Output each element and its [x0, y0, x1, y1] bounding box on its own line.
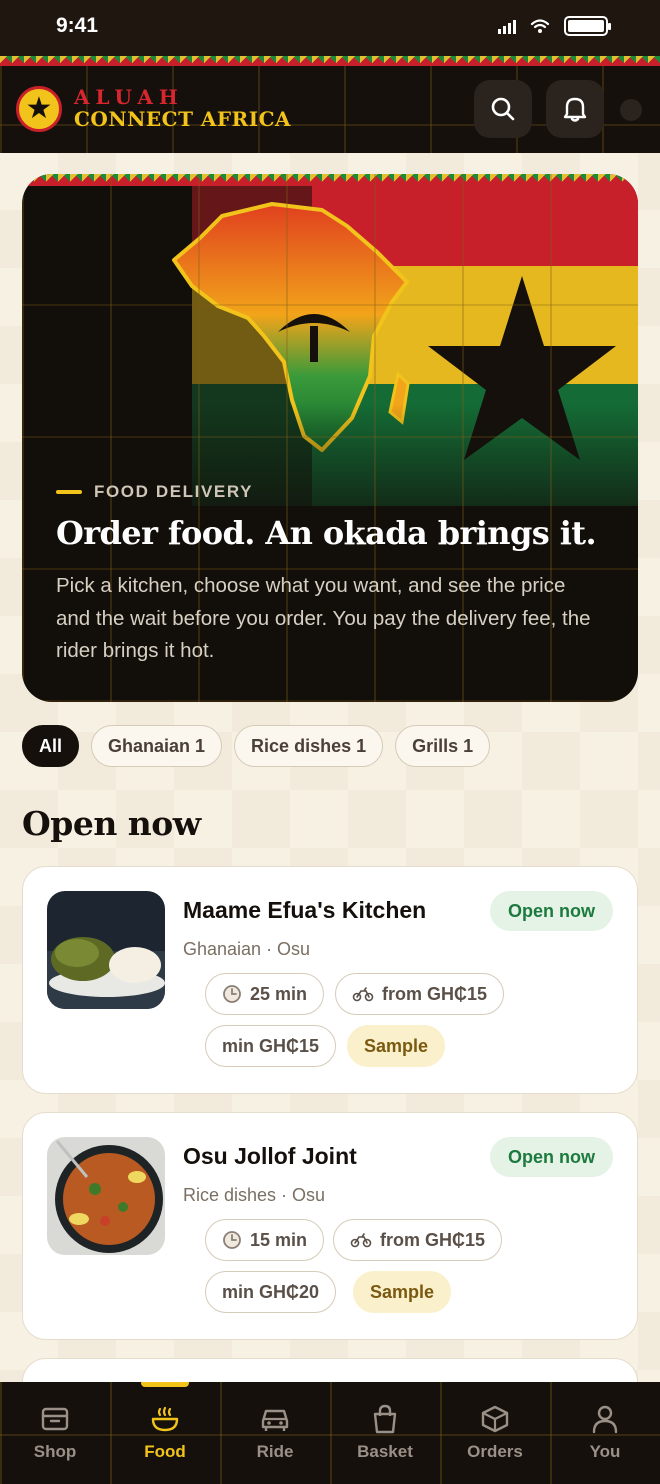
- motorbike-icon: [350, 1233, 372, 1248]
- delivery-fee: from GH₵15: [382, 983, 488, 1004]
- hero-banner: FOOD DELIVERY Order food. An okada bring…: [22, 174, 638, 702]
- box-icon: [481, 1405, 509, 1433]
- filter-chip-ghanaian[interactable]: Ghanaian 1: [91, 725, 223, 767]
- sample-badge: Sample: [353, 1271, 452, 1313]
- nav-label: Shop: [33, 1442, 77, 1461]
- brand-name: ALUAH: [74, 85, 184, 109]
- delivery-fee-pill: from GH₵15: [335, 973, 505, 1015]
- hero-eyebrow-text: FOOD DELIVERY: [94, 482, 254, 501]
- delivery-fee-pill: from GH₵15: [333, 1219, 503, 1261]
- nav-label: You: [589, 1442, 621, 1461]
- status-badge: Open now: [490, 891, 613, 931]
- brand-subtitle: CONNECT AFRICA: [74, 107, 292, 131]
- delivery-time-pill: 25 min: [205, 973, 325, 1015]
- minimum-order-pill: min GH₵20: [205, 1271, 337, 1313]
- search-icon: [491, 97, 515, 121]
- delivery-time: 25 min: [250, 983, 308, 1004]
- hero-title: Order food. An okada brings it.: [56, 514, 597, 552]
- active-tab-indicator: [141, 1382, 189, 1387]
- kitchen-photo: [47, 891, 165, 1009]
- nav-tab-ride[interactable]: Ride: [220, 1382, 330, 1484]
- nav-tab-orders[interactable]: Orders: [440, 1382, 550, 1484]
- wifi-icon: [530, 19, 550, 33]
- notifications-button[interactable]: [546, 80, 604, 138]
- nav-tab-shop[interactable]: Shop: [0, 1382, 110, 1484]
- nav-label: Basket: [357, 1442, 413, 1461]
- car-icon: [261, 1409, 289, 1431]
- hero-eyebrow: FOOD DELIVERY: [56, 482, 253, 502]
- delivery-time-pill: 15 min: [205, 1219, 325, 1261]
- nav-label: Food: [144, 1442, 186, 1461]
- filter-chip-all[interactable]: All: [22, 725, 80, 767]
- kitchen-card[interactable]: Osu Jollof Joint Rice dishes · Osu Open …: [22, 1112, 638, 1340]
- status-time: 9:41: [56, 14, 99, 37]
- filter-chip-rice-dishes[interactable]: Rice dishes 1: [234, 725, 384, 767]
- minimum-order: min GH₵15: [222, 1035, 320, 1056]
- signal-icon: [498, 18, 516, 34]
- status-bar: 9:41: [0, 0, 660, 56]
- shop-icon: [41, 1407, 69, 1431]
- kitchen-name: Maame Efua's Kitchen: [183, 897, 427, 923]
- kitchen-photo: [47, 1137, 165, 1255]
- nav-label: Ride: [256, 1442, 294, 1461]
- search-button[interactable]: [474, 80, 532, 138]
- logo-star-icon[interactable]: ★: [16, 86, 62, 132]
- food-bowl-icon: [151, 1406, 179, 1432]
- kitchen-card[interactable]: Maame Efua's Kitchen Ghanaian · Osu Open…: [22, 866, 638, 1094]
- status-badge: Open now: [490, 1137, 613, 1177]
- section-title: Open now: [22, 804, 201, 843]
- delivery-time: 15 min: [250, 1229, 308, 1250]
- nav-tab-you[interactable]: You: [550, 1382, 660, 1484]
- sample-label: Sample: [370, 1281, 435, 1302]
- delivery-fee: from GH₵15: [380, 1229, 486, 1250]
- kitchen-meta: Ghanaian · Osu: [183, 939, 311, 959]
- user-icon: [592, 1405, 618, 1434]
- filter-chip-grills[interactable]: Grills 1: [395, 725, 491, 767]
- nav-tab-food[interactable]: Food: [110, 1382, 220, 1484]
- avatar[interactable]: [620, 99, 642, 121]
- minimum-order: min GH₵20: [222, 1281, 320, 1302]
- hero-description: Pick a kitchen, choose what you want, an…: [56, 574, 591, 662]
- battery-icon: [564, 16, 611, 36]
- clock-icon: [223, 1231, 241, 1249]
- nav-label: Orders: [467, 1442, 523, 1461]
- shopping-bag-icon: [373, 1404, 397, 1434]
- clock-icon: [223, 985, 241, 1003]
- sample-badge: Sample: [347, 1025, 446, 1067]
- kente-border: [0, 56, 660, 66]
- filter-chips: All Ghanaian 1 Rice dishes 1 Grills 1: [22, 725, 491, 767]
- app-header: ★ ALUAH CONNECT AFRICA: [0, 56, 660, 153]
- kitchen-name: Osu Jollof Joint: [183, 1143, 357, 1169]
- status-icons: [498, 16, 611, 36]
- bell-icon: [563, 97, 587, 122]
- nav-tab-basket[interactable]: Basket: [330, 1382, 440, 1484]
- kitchen-meta: Rice dishes · Osu: [183, 1185, 326, 1205]
- bottom-navigation: Shop Food Ride Basket Orders You: [0, 1382, 660, 1484]
- minimum-order-pill: min GH₵15: [205, 1025, 337, 1067]
- motorbike-icon: [352, 987, 374, 1002]
- sample-label: Sample: [364, 1035, 429, 1056]
